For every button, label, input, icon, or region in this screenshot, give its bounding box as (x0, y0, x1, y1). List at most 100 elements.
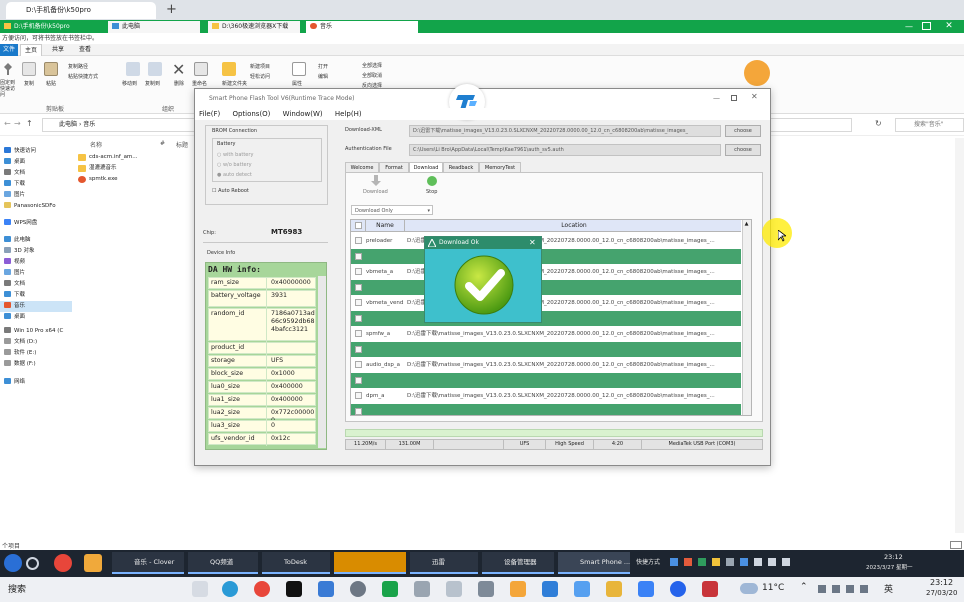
table-row[interactable]: preloader D:\迅雷下载\matisse_images_V13.0.23… (351, 233, 741, 249)
row-checkbox[interactable] (355, 330, 362, 337)
rename-icon[interactable] (194, 62, 208, 76)
row-checkbox[interactable] (355, 392, 362, 399)
up-icon[interactable]: ↑ (26, 119, 33, 128)
tab-d-phone-backup[interactable]: D:\手机备份\k50pro (4, 21, 104, 33)
ribbon-tab-view[interactable]: 查看 (75, 44, 95, 56)
copy-to-icon[interactable] (148, 62, 162, 76)
search-icon[interactable] (26, 557, 39, 570)
select-none-button[interactable]: 全部取消 (362, 72, 382, 79)
search-input[interactable]: 搜索"音乐" (895, 118, 964, 132)
open-button[interactable]: 打开 (318, 63, 328, 70)
breadcrumb-this-pc[interactable]: 此电脑 (59, 121, 77, 128)
file-cds-acm[interactable]: cds-acm.inf_am... (75, 152, 195, 163)
weather-icon[interactable] (740, 583, 758, 594)
nav-item[interactable]: 桌面 (0, 157, 72, 168)
taskbar-shortcut-label[interactable]: 快捷方式 (636, 557, 660, 566)
move-to-icon[interactable] (126, 62, 140, 76)
nav-item[interactable]: PanasonicSDFo (0, 201, 72, 212)
task-view-icon[interactable] (192, 581, 208, 597)
table-scrollbar[interactable] (742, 220, 751, 415)
tray-chevron-icon[interactable]: ⌃ (800, 582, 808, 592)
row-checkbox[interactable] (355, 407, 362, 415)
table-row[interactable]: spmfw_a D:\迅雷下载\matisse_images_V13.0.23.0… (351, 326, 741, 342)
row-checkbox[interactable] (355, 299, 362, 306)
column-header-name[interactable]: 名称 (90, 140, 102, 149)
paste-button[interactable]: 粘贴 (46, 80, 56, 87)
new-folder-icon[interactable] (222, 62, 236, 76)
nav-item[interactable]: 软件 (E:) (0, 348, 72, 359)
tab-music[interactable]: 音乐 (306, 21, 418, 33)
column-header-title[interactable]: 标题 (176, 140, 188, 149)
tiktok-icon[interactable] (286, 581, 302, 597)
row-checkbox[interactable] (355, 268, 362, 275)
clock-date-local[interactable]: 27/03/20 (926, 589, 957, 597)
phone-link-icon[interactable] (382, 581, 398, 597)
choose-auth-file-button[interactable]: choose (725, 144, 761, 156)
scroll-up-icon[interactable]: ▲ (743, 221, 750, 228)
rename-button[interactable]: 重命名 (192, 80, 207, 87)
download-xml-input[interactable]: D:\迅雷下载\matisse_images_V13.0.23.0.SLXCNX… (409, 125, 721, 137)
tab-welcome[interactable]: Welcome (345, 162, 379, 172)
tab-format[interactable]: Format (379, 162, 409, 172)
row-checkbox[interactable] (355, 283, 362, 291)
app-icon-3[interactable] (478, 581, 494, 597)
nav-item[interactable]: 视频 (0, 257, 72, 268)
tab-this-pc[interactable]: 此电脑 (108, 21, 200, 33)
start-icon[interactable] (4, 554, 22, 572)
choose-download-xml-button[interactable]: choose (725, 125, 761, 137)
dialog-close-icon[interactable]: ✕ (529, 238, 536, 248)
taskbar-app-xunlei[interactable]: 迅雷 (410, 552, 478, 574)
menu-file[interactable]: File(F) (199, 110, 220, 118)
nav-item[interactable]: 快速访问 (0, 146, 72, 157)
properties-icon[interactable] (292, 62, 306, 76)
ribbon-tab-home[interactable]: 主页 (20, 44, 43, 56)
weather-temp[interactable]: 11°C (762, 583, 784, 593)
row-checkbox[interactable] (355, 376, 362, 384)
nav-item[interactable]: 下载 (0, 290, 72, 301)
paste-shortcut-button[interactable]: 粘贴快捷方式 (68, 73, 98, 80)
taskbar-app-music[interactable]: 音乐 - Clover (112, 552, 184, 574)
clock-time[interactable]: 23:12 (884, 553, 903, 561)
row-checkbox[interactable] (355, 237, 362, 244)
stop-button[interactable]: Stop (426, 189, 437, 195)
app-icon-5[interactable] (542, 581, 558, 597)
nav-item[interactable]: 3D 对象 (0, 246, 72, 257)
table-row[interactable] (351, 279, 741, 296)
nav-item[interactable]: 图片 (0, 190, 72, 201)
bluetooth-icon[interactable] (670, 581, 686, 597)
download-button[interactable]: Download (363, 189, 388, 195)
ribbon-tab-share[interactable]: 共享 (48, 44, 68, 56)
stop-icon[interactable] (427, 176, 437, 186)
camera-icon[interactable] (318, 581, 334, 597)
taskbar-app-todesk[interactable]: ToDesk (262, 552, 330, 574)
copy-path-button[interactable]: 复制路径 (68, 63, 88, 70)
copy-to-button[interactable]: 复制到 (145, 80, 160, 87)
nav-item[interactable]: 网络 (0, 377, 72, 388)
table-row[interactable] (351, 403, 741, 415)
table-row[interactable]: audio_dsp_a D:\迅雷下载\matisse_images_V13.0.… (351, 357, 741, 373)
table-row[interactable] (351, 341, 741, 358)
browser-icon[interactable] (84, 554, 102, 572)
menu-window[interactable]: Window(W) (283, 110, 323, 118)
taskbar-app-qq-channel[interactable]: QQ频道 (188, 552, 258, 574)
radio-without-battery[interactable]: ○ w/o battery (217, 162, 252, 168)
table-row[interactable]: vbmeta_a D:\迅雷下载\matisse_images_V13.0.23.… (351, 264, 741, 280)
maximize-button[interactable] (731, 95, 737, 101)
copy-button[interactable]: 复制 (24, 80, 34, 87)
easy-access-button[interactable]: 轻松访问 (250, 73, 270, 80)
chrome-icon[interactable] (254, 581, 270, 597)
nav-item[interactable]: Win 10 Pro x64 (C (0, 326, 72, 337)
explorer-scrollbar[interactable] (955, 138, 964, 533)
nav-item[interactable]: 文档 (0, 168, 72, 179)
row-checkbox[interactable] (355, 252, 362, 260)
clock-date[interactable]: 2023/3/27 星期一 (866, 563, 912, 571)
minimize-button[interactable]: — (905, 22, 915, 31)
app-icon-2[interactable] (446, 581, 462, 597)
taskbar-app-recorder[interactable] (334, 552, 406, 574)
properties-button[interactable]: 属性 (292, 80, 302, 87)
app-icon-9[interactable] (702, 581, 718, 597)
view-toggle-icon[interactable] (950, 541, 962, 549)
move-to-button[interactable]: 移动到 (122, 80, 137, 87)
app-icon-7[interactable] (606, 581, 622, 597)
delete-icon[interactable]: ✕ (172, 60, 185, 79)
